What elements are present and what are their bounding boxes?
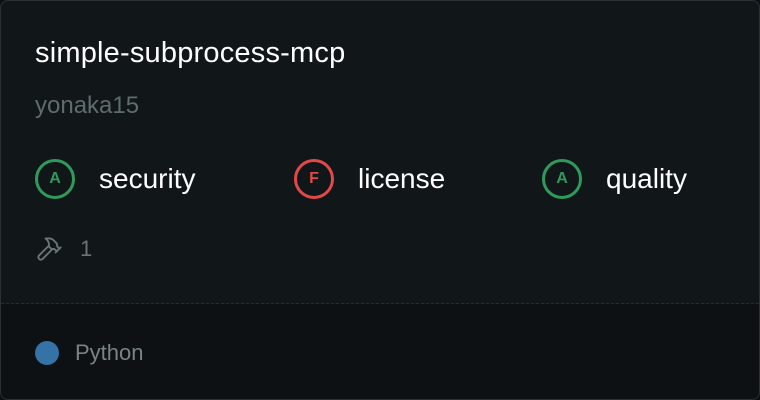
language-label: Python [75, 340, 144, 365]
server-card[interactable]: simple-subprocess-mcp yonaka15 A securit… [0, 0, 760, 400]
card-footer: Python [1, 304, 759, 399]
language-color-dot [35, 341, 59, 365]
tools-count-row: 1 [35, 234, 92, 264]
score-badges: A security F license A quality [35, 156, 735, 202]
security-grade-badge: A [35, 159, 75, 199]
server-title[interactable]: simple-subprocess-mcp [35, 37, 345, 70]
language-indicator: Python [35, 340, 144, 366]
license-label: license [358, 163, 446, 194]
security-score: A security [35, 156, 195, 202]
author-name[interactable]: yonaka15 [35, 92, 139, 120]
quality-score: A quality [542, 156, 687, 202]
hammer-icon [35, 235, 63, 263]
quality-grade-badge: A [542, 159, 582, 199]
tools-count: 1 [80, 236, 93, 261]
security-label: security [99, 163, 196, 194]
license-grade-badge: F [294, 159, 334, 199]
license-score: F license [294, 156, 445, 202]
quality-label: quality [606, 163, 687, 194]
